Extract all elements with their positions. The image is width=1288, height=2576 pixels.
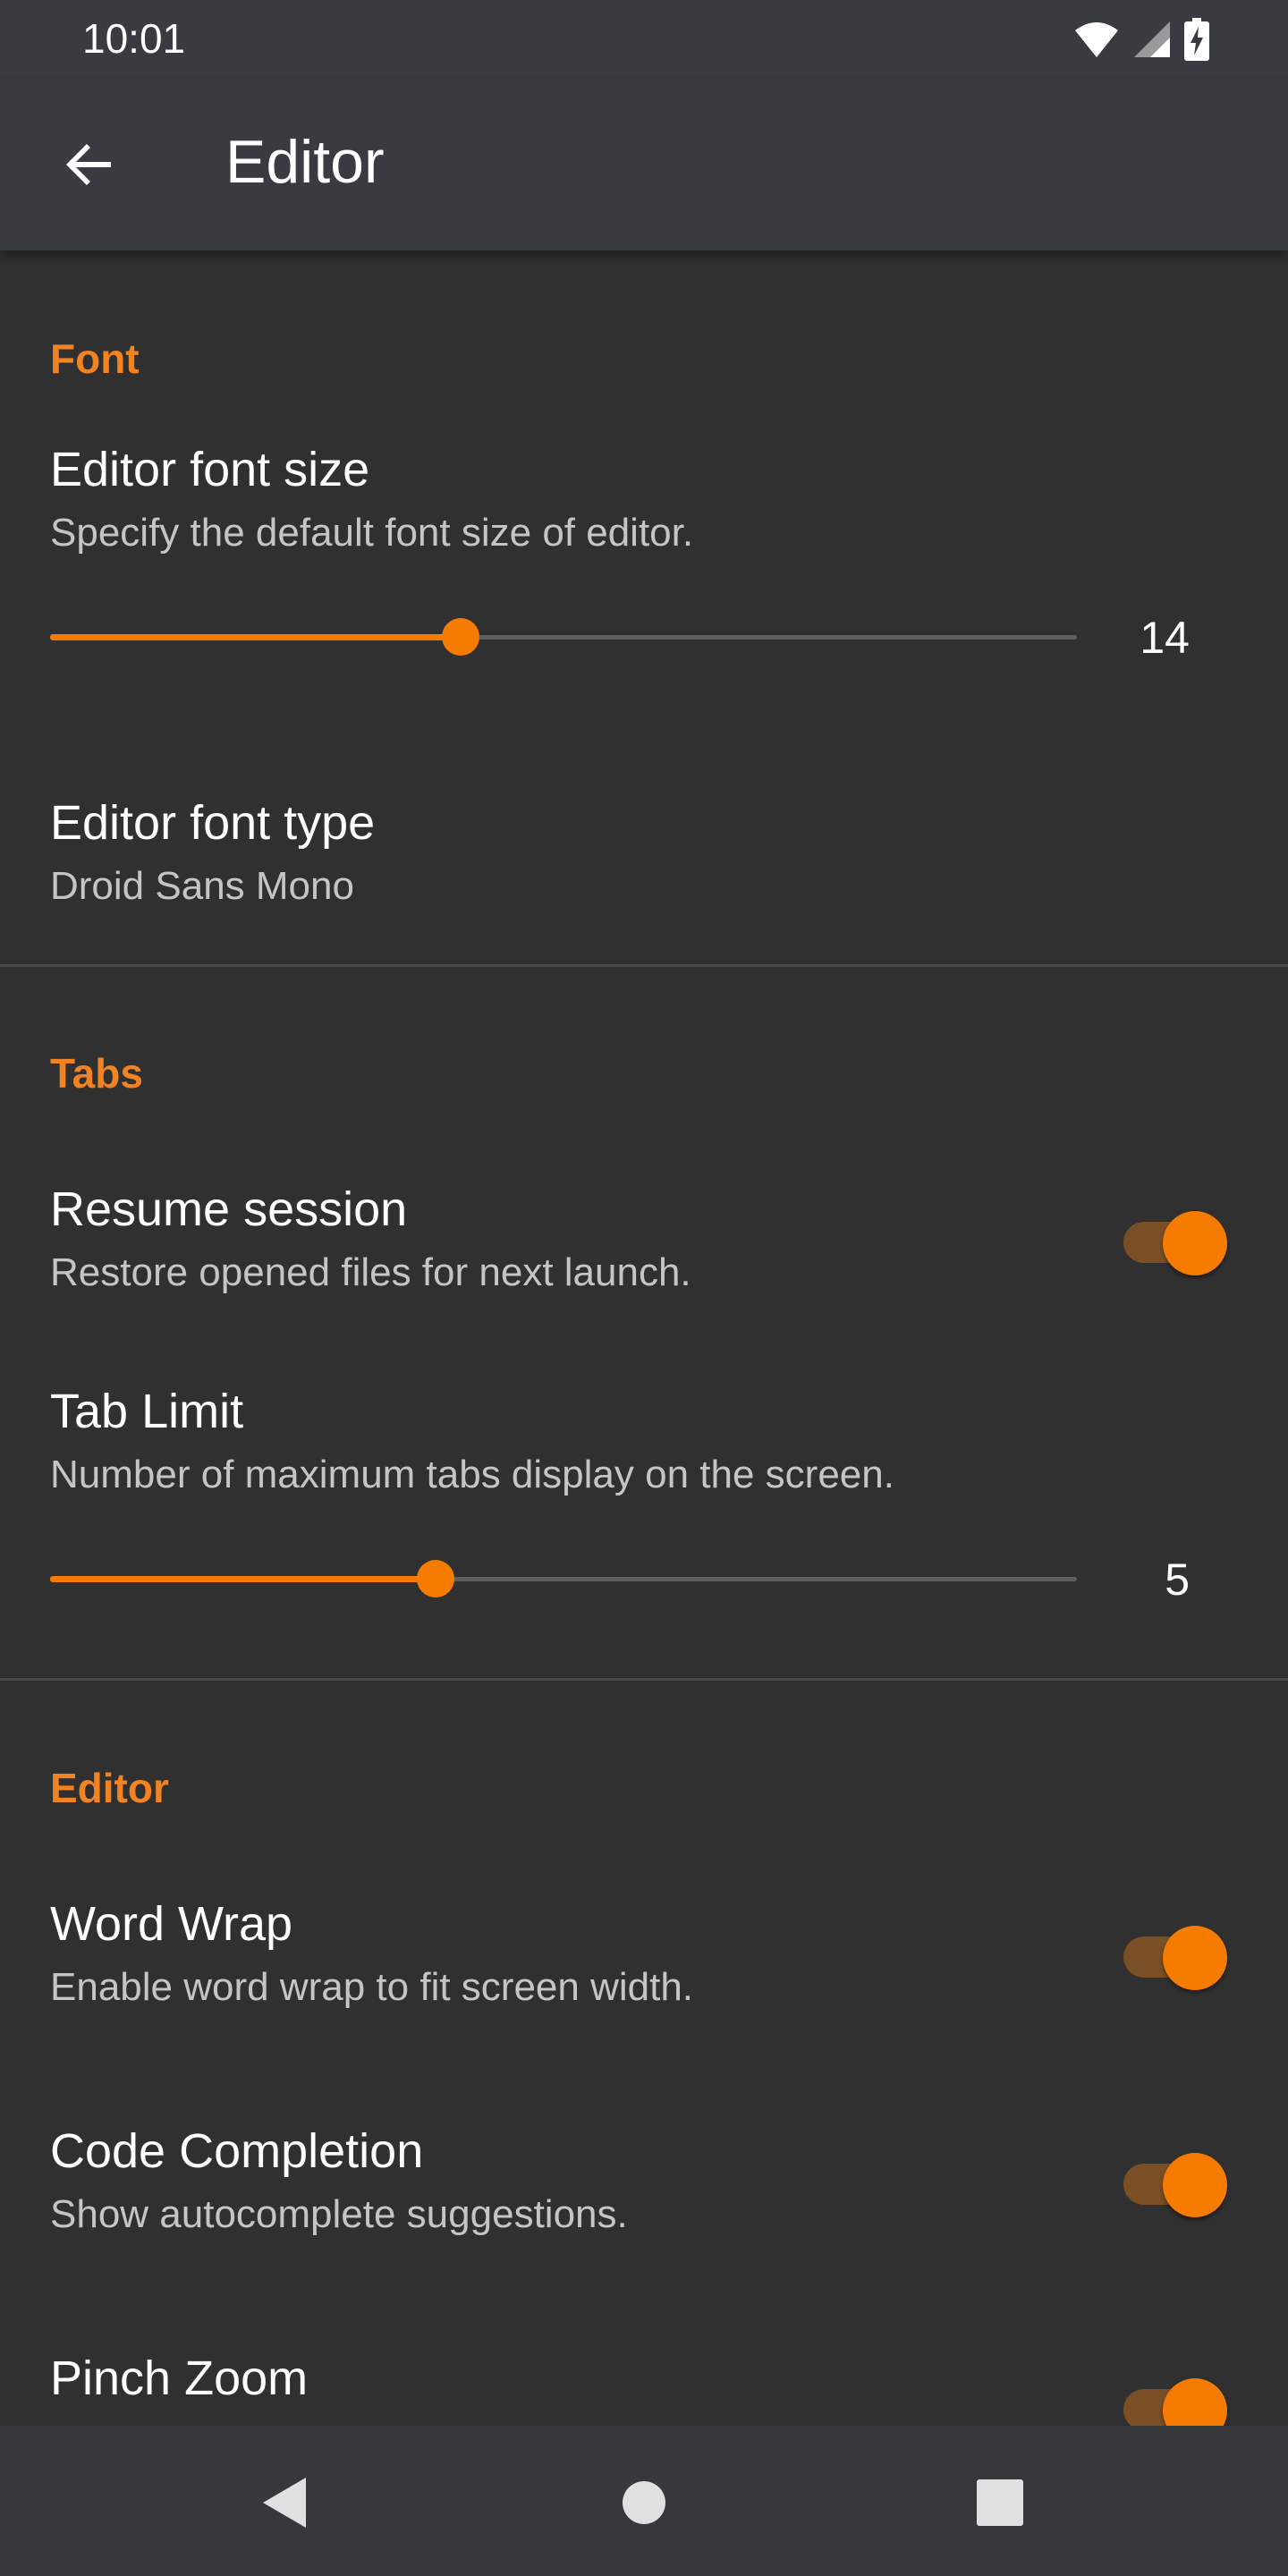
settings-list[interactable]: Font Editor font size Specify the defaul…	[0, 250, 1288, 2426]
pref-summary: Restore opened files for next launch.	[50, 1250, 691, 1294]
pref-title: Pinch Zoom	[50, 2351, 309, 2405]
word-wrap-toggle[interactable]	[1118, 1919, 1227, 1990]
divider	[0, 1678, 1288, 1681]
pref-title: Word Wrap	[50, 1897, 293, 1951]
font-size-value: 14	[1140, 613, 1190, 663]
page-title: Editor	[225, 128, 385, 196]
section-header-tabs: Tabs	[50, 1050, 143, 1097]
pref-summary: Show autocomplete suggestions.	[50, 2192, 628, 2236]
resume-session-toggle[interactable]	[1118, 1204, 1227, 1275]
slider-thumb[interactable]	[442, 618, 480, 656]
pref-title: Tab Limit	[50, 1385, 244, 1438]
section-header-editor: Editor	[50, 1765, 169, 1811]
slider-thumb[interactable]	[416, 1560, 454, 1597]
toggle-thumb	[1163, 1211, 1227, 1275]
status-icons	[1073, 16, 1209, 63]
pref-summary: Specify the default font size of editor.	[50, 511, 694, 555]
nav-back-button[interactable]	[247, 2465, 322, 2540]
app-bar: Editor	[0, 79, 1288, 250]
toggle-thumb	[1163, 2378, 1227, 2426]
nav-recents-button[interactable]	[962, 2465, 1038, 2540]
divider	[0, 964, 1288, 967]
pref-summary: Enable word wrap to fit screen width.	[50, 1965, 694, 2009]
slider-fill	[50, 634, 462, 640]
signal-icon	[1134, 21, 1170, 57]
pref-title: Resume session	[50, 1182, 408, 1236]
tab-limit-slider[interactable]	[50, 1552, 1077, 1606]
nav-back-icon	[263, 2478, 306, 2528]
pinch-zoom-toggle[interactable]	[1118, 2371, 1227, 2426]
nav-home-button[interactable]	[606, 2465, 682, 2540]
tab-limit-value: 5	[1165, 1555, 1190, 1605]
wifi-icon	[1075, 22, 1118, 57]
nav-recents-icon	[977, 2479, 1023, 2526]
back-button[interactable]	[43, 118, 136, 211]
toggle-thumb	[1163, 2153, 1227, 2217]
arrow-left-icon	[66, 144, 111, 185]
toggle-thumb	[1163, 1926, 1227, 1990]
battery-charging-icon	[1184, 18, 1209, 61]
font-size-slider[interactable]	[50, 610, 1077, 664]
pref-summary: Number of maximum tabs display on the sc…	[50, 1453, 894, 1496]
pref-title: Editor font type	[50, 796, 376, 850]
pref-title: Code Completion	[50, 2124, 424, 2178]
pref-title: Editor font size	[50, 443, 370, 496]
section-header-font: Font	[50, 335, 140, 382]
pref-summary: Droid Sans Mono	[50, 864, 354, 908]
status-time: 10:01	[82, 15, 186, 62]
nav-bar	[0, 2426, 1288, 2576]
code-completion-toggle[interactable]	[1118, 2146, 1227, 2217]
slider-fill	[50, 1576, 436, 1582]
nav-home-icon	[623, 2481, 665, 2524]
status-bar: 10:01	[0, 0, 1288, 79]
